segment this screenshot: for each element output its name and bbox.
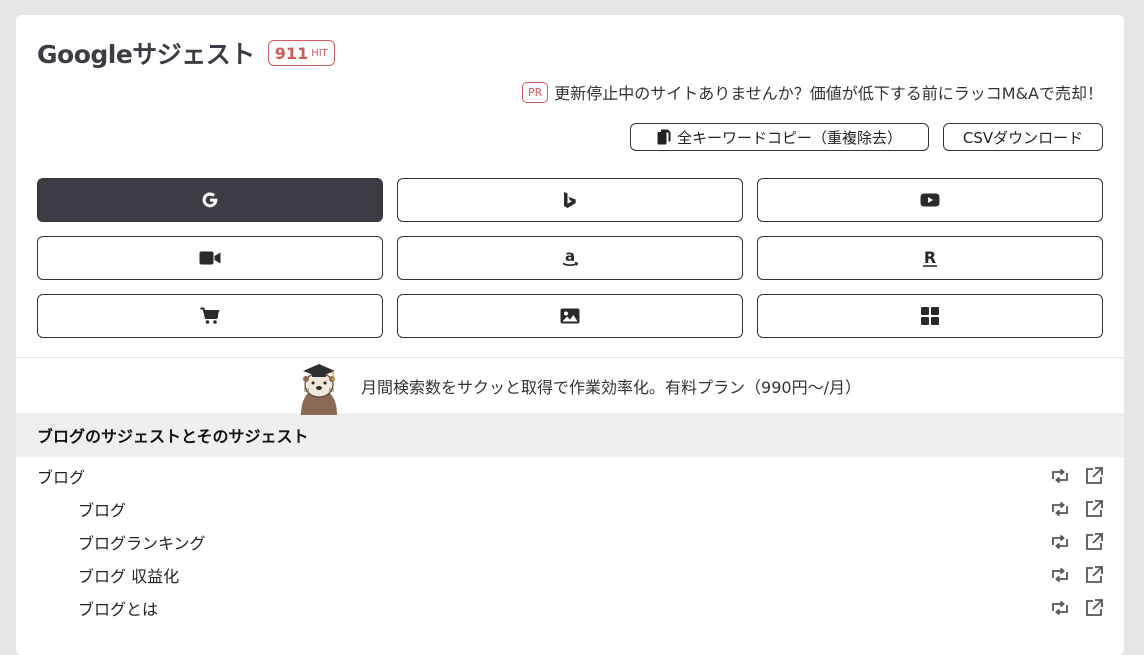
card-header: Googleサジェスト 911 HIT PR 更新停止中のサイトありませんか？価…	[16, 15, 1124, 357]
svg-text:R: R	[924, 248, 936, 267]
keyword-text[interactable]: ブログとは	[78, 596, 1050, 620]
engine-youtube-button[interactable]	[757, 178, 1103, 222]
external-link-icon[interactable]	[1084, 565, 1104, 585]
engine-amazon-button[interactable]: a	[397, 236, 743, 280]
retweet-icon[interactable]	[1050, 565, 1070, 585]
action-buttons: 全キーワードコピー（重複除去） CSVダウンロード	[630, 123, 1103, 151]
engine-image-button[interactable]	[397, 294, 743, 338]
svg-text:a: a	[565, 248, 575, 265]
retweet-icon[interactable]	[1050, 532, 1070, 552]
suggest-card: Googleサジェスト 911 HIT PR 更新停止中のサイトありませんか？価…	[16, 15, 1124, 655]
engine-rakuten-button[interactable]: R	[757, 236, 1103, 280]
copy-all-keywords-button[interactable]: 全キーワードコピー（重複除去）	[630, 123, 929, 151]
promo-text[interactable]: 月間検索数をサクッと取得で作業効率化。有料プラン（990円〜/月）	[361, 374, 861, 398]
external-link-icon[interactable]	[1084, 598, 1104, 618]
keyword-text[interactable]: ブログ	[37, 464, 1050, 488]
promo-content: 月間検索数をサクッと取得で作業効率化。有料プラン（990円〜/月）	[291, 357, 861, 415]
keyword-actions	[1050, 598, 1104, 618]
external-link-icon[interactable]	[1084, 499, 1104, 519]
google-icon	[202, 192, 218, 208]
external-link-icon[interactable]	[1084, 532, 1104, 552]
image-icon	[560, 308, 580, 324]
retweet-icon[interactable]	[1050, 466, 1070, 486]
bing-icon	[564, 192, 576, 208]
shopping-cart-icon	[200, 307, 220, 324]
keyword-row: ブログ	[16, 492, 1124, 525]
title-row: Googleサジェスト 911 HIT	[37, 35, 335, 71]
csv-download-label: CSVダウンロード	[962, 128, 1084, 147]
keyword-row: ブログランキング	[16, 525, 1124, 558]
keyword-row: ブログ	[16, 459, 1124, 492]
copy-icon	[657, 129, 671, 145]
keyword-row: ブログとは	[16, 591, 1124, 624]
keyword-text[interactable]: ブログランキング	[78, 530, 1050, 554]
keyword-actions	[1050, 499, 1104, 519]
keyword-list: ブログ ブログ ブログランキング ブログ 収益化 ブログとは	[16, 457, 1124, 624]
pr-badge: PR	[521, 81, 549, 103]
engine-grid-button[interactable]	[757, 294, 1103, 338]
keyword-text[interactable]: ブログ 収益化	[78, 563, 1050, 587]
page-title: Googleサジェスト	[37, 40, 255, 69]
engine-selector: a R	[37, 178, 1103, 338]
section-title: ブログのサジェストとそのサジェスト	[16, 413, 1124, 457]
pr-link-text[interactable]: 更新停止中のサイトありませんか？価値が低下する前にラッコM&Aで売却！	[554, 80, 1103, 104]
csv-download-button[interactable]: CSVダウンロード	[943, 123, 1103, 151]
hit-count: 911	[274, 43, 309, 63]
engine-google-button[interactable]	[37, 178, 383, 222]
engine-bing-button[interactable]	[397, 178, 743, 222]
external-link-icon[interactable]	[1084, 466, 1104, 486]
rakuten-icon: R	[923, 248, 937, 267]
keyword-actions	[1050, 532, 1104, 552]
keyword-actions	[1050, 466, 1104, 486]
hit-unit: HIT	[311, 47, 328, 59]
engine-video-button[interactable]	[37, 236, 383, 280]
retweet-icon[interactable]	[1050, 598, 1070, 618]
video-camera-icon	[199, 251, 221, 265]
keyword-row: ブログ 収益化	[16, 558, 1124, 591]
otter-mascot-icon	[301, 363, 338, 415]
paid-plan-promo[interactable]: 月間検索数をサクッと取得で作業効率化。有料プラン（990円〜/月）	[16, 357, 1124, 415]
hit-count-badge: 911 HIT	[267, 40, 335, 66]
youtube-icon	[920, 193, 940, 207]
keyword-actions	[1050, 565, 1104, 585]
engine-shopping-button[interactable]	[37, 294, 383, 338]
grid-icon	[921, 307, 939, 325]
copy-all-keywords-label: 全キーワードコピー（重複除去）	[676, 128, 902, 147]
amazon-icon: a	[562, 248, 579, 266]
retweet-icon[interactable]	[1050, 499, 1070, 519]
pr-banner[interactable]: PR 更新停止中のサイトありませんか？価値が低下する前にラッコM&Aで売却！	[521, 80, 1103, 104]
keyword-text[interactable]: ブログ	[78, 497, 1050, 521]
